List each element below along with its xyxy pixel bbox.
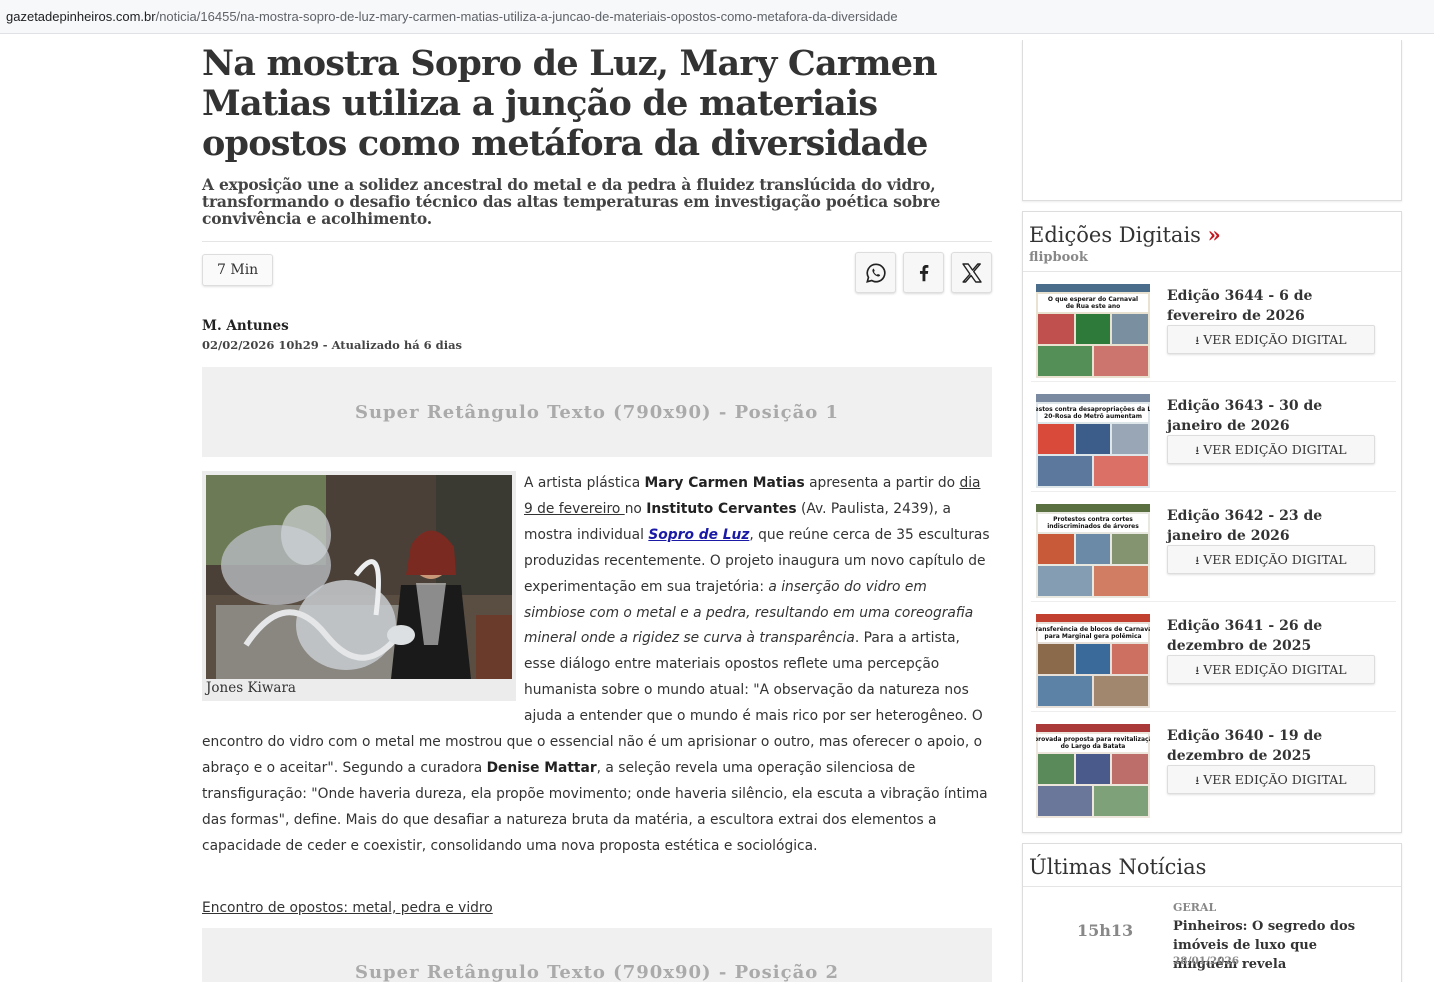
news-item[interactable]: 15h13 GERAL Pinheiros: O segredo dos imóve… [1029,887,1395,982]
ad-slot-2[interactable]: Super Retângulo Texto (790x90) - Posição… [202,927,992,982]
x-share-button[interactable] [951,252,992,293]
facebook-icon [919,264,928,281]
ver-edicao-button[interactable]: ⭳ VER EDIÇÃO DIGITAL [1167,545,1375,574]
download-icon: ⭳ [1195,444,1200,457]
news-category: GERAL [1173,901,1217,914]
artist-name: Mary Carmen Matias [644,475,805,491]
edicoes-subtitle: flipbook [1029,250,1088,265]
ver-edicao-button[interactable]: ⭳ VER EDIÇÃO DIGITAL [1167,765,1375,794]
x-icon [961,262,982,283]
ver-edicao-button[interactable]: ⭳ VER EDIÇÃO DIGITAL [1167,325,1375,354]
edition-title[interactable]: Edição 3640 - 19 de dezembro de 2025 [1167,726,1377,766]
body-text: no [624,500,647,517]
publish-date: 02/02/2026 10h29 - Atualizado há 6 dias [202,338,992,352]
ver-edicao-label: VER EDIÇÃO DIGITAL [1203,772,1347,787]
updated-label: - Atualizado há 6 dias [318,338,463,352]
edition-item: O que esperar do Carnaval de Rua este ano… [1031,272,1396,382]
body-text: apresenta a partir do [804,475,960,491]
ver-edicao-button[interactable]: ⭳ VER EDIÇÃO DIGITAL [1167,655,1375,684]
edition-cover[interactable]: Protestos contra desapropriações da Linh… [1036,394,1150,488]
edicoes-header: Edições Digitais » flipbook [1023,212,1401,272]
edicoes-title-text: Edições Digitais [1029,223,1201,247]
sidebar-ad-box [1022,40,1402,201]
download-icon: ⭳ [1195,774,1200,787]
edicoes-list: O que esperar do Carnaval de Rua este ano… [1023,272,1401,822]
article-body: Jones Kiwara A artista plástica Mary Car… [202,471,992,860]
edition-cover[interactable]: Aprovada proposta para revitalizaçãodo L… [1036,724,1150,818]
read-time-badge: 7 Min [202,254,274,286]
ultimas-list: 15h13 GERAL Pinheiros: O segredo dos imóve… [1023,887,1401,982]
ultimas-header: Últimas Notícias [1023,844,1401,887]
edition-item: Protestos contra cortes indiscriminados d… [1031,492,1396,602]
article-title: Na mostra Sopro de Luz, Mary Carmen Mati… [202,43,938,164]
photo-caption: Jones Kiwara [206,680,296,696]
curator-name: Denise Mattar [486,759,597,776]
facebook-share-button[interactable] [903,252,944,293]
meta-row: 7 Min [202,242,992,308]
ver-edicao-label: VER EDIÇÃO DIGITAL [1203,442,1347,457]
share-buttons [855,252,992,293]
whatsapp-icon [865,262,886,283]
ad-slot-1[interactable]: Super Retângulo Texto (790x90) - Posição… [202,367,992,457]
url-path: /noticia/16455/na-mostra-sopro-de-luz-ma… [155,9,898,24]
edition-cover-headline: Protestos contra desapropriações da Linh… [1036,406,1150,420]
edicoes-digitais-box: Edições Digitais » flipbook O que espera… [1022,211,1402,833]
ver-edicao-label: VER EDIÇÃO DIGITAL [1203,662,1347,677]
article-figure: Jones Kiwara [202,471,516,701]
edition-item: Transferência de blocos de Carnaval para … [1031,602,1396,712]
news-time: 15h13 [1077,921,1134,940]
address-bar[interactable]: gazetadepinheiros.com.br/noticia/16455/n… [0,0,1434,34]
author-name[interactable]: M. Antunes [202,318,992,334]
edition-title[interactable]: Edição 3642 - 23 de janeiro de 2026 [1167,506,1377,546]
download-icon: ⭳ [1195,664,1200,677]
edition-item: Protestos contra desapropriações da Linh… [1031,382,1396,492]
url-host: gazetadepinheiros.com.br [6,9,156,24]
article-column: Na mostra Sopro de Luz, Mary Carmen Mati… [202,34,992,982]
edition-cover[interactable]: Transferência de blocos de Carnaval para … [1036,614,1150,708]
raquo-icon: » [1207,222,1221,247]
article-subtitle: A exposição une a solidez ancestral do m… [202,175,941,228]
edicoes-title[interactable]: Edições Digitais » [1029,222,1395,248]
artist-photo[interactable] [206,475,512,679]
whatsapp-share-button[interactable] [855,252,896,293]
edition-title[interactable]: Edição 3644 - 6 de fevereiro de 2026 [1167,286,1377,326]
edition-cover[interactable]: O que esperar do Carnaval de Rua este ano [1036,284,1150,378]
edition-title[interactable]: Edição 3641 - 26 de dezembro de 2025 [1167,616,1377,656]
ver-edicao-button[interactable]: ⭳ VER EDIÇÃO DIGITAL [1167,435,1375,464]
ultimas-noticias-box: Últimas Notícias 15h13 GERAL Pinheiros: O … [1022,843,1402,982]
publish-date-value: 02/02/2026 10h29 [202,338,319,352]
download-icon: ⭳ [1195,554,1200,567]
news-date: 28/01/2026 [1173,955,1240,967]
edition-title[interactable]: Edição 3643 - 30 de janeiro de 2026 [1167,396,1377,436]
ultimas-title[interactable]: Últimas Notícias [1029,854,1395,880]
edition-cover-headline: Protestos contra cortes indiscriminados d… [1047,516,1139,530]
ver-edicao-label: VER EDIÇÃO DIGITAL [1203,332,1347,347]
edition-cover[interactable]: Protestos contra cortes indiscriminados d… [1036,504,1150,598]
edition-cover-headline: Transferência de blocos de Carnaval para … [1036,626,1150,640]
subheading-link[interactable]: Encontro de opostos: metal, pedra e vidr… [202,900,992,916]
edition-item: Aprovada proposta para revitalizaçãodo L… [1031,712,1396,822]
body-text: A artista plástica [524,475,645,491]
sidebar: Edições Digitais » flipbook O que espera… [1022,40,1402,982]
venue-name: Instituto Cervantes [646,500,797,517]
download-icon: ⭳ [1195,334,1200,347]
ver-edicao-label: VER EDIÇÃO DIGITAL [1203,552,1347,567]
show-link[interactable]: Sopro de Luz [648,527,749,543]
